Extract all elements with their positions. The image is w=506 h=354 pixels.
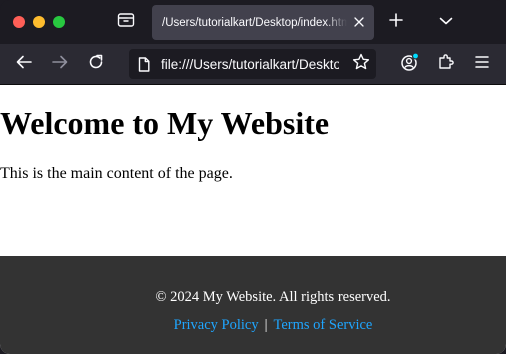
hamburger-menu-icon: [474, 55, 490, 74]
address-bar[interactable]: file:///Users/tutorialkart/Desktop/index…: [129, 49, 376, 79]
minimize-window-button[interactable]: [33, 16, 45, 28]
reload-icon: [88, 54, 104, 75]
account-icon: [400, 51, 420, 77]
application-menu-button[interactable]: [471, 53, 493, 75]
tab-active[interactable]: /Users/tutorialkart/Desktop/index.html: [152, 5, 374, 40]
new-tab-button[interactable]: [386, 12, 406, 32]
reload-button[interactable]: [85, 53, 107, 75]
main-paragraph: This is the main content of the page.: [0, 165, 233, 182]
tab-title: /Users/tutorialkart/Desktop/index.html: [162, 16, 347, 29]
firefox-view-icon: [117, 12, 135, 33]
list-all-tabs-button[interactable]: [436, 12, 456, 32]
forward-button[interactable]: [49, 53, 71, 75]
plus-icon: [389, 12, 403, 32]
copyright-text: © 2024 My Website. All rights reserved.: [155, 289, 391, 305]
arrow-left-icon: [16, 55, 32, 74]
close-icon: [353, 14, 364, 32]
maximize-window-button[interactable]: [53, 16, 65, 28]
page-heading: Welcome to My Website: [0, 105, 330, 141]
page-footer: © 2024 My Website. All rights reserved. …: [0, 256, 506, 354]
puzzle-piece-icon: [437, 53, 455, 76]
bookmark-button[interactable]: [352, 53, 370, 76]
close-window-button[interactable]: [13, 16, 25, 28]
star-icon: [352, 53, 370, 76]
back-button[interactable]: [13, 53, 35, 75]
page-viewport: Welcome to My Website This is the main c…: [0, 85, 506, 354]
firefox-view-button[interactable]: [114, 11, 138, 33]
account-button[interactable]: [399, 51, 421, 77]
page-document-icon: [138, 56, 152, 72]
extensions-button[interactable]: [435, 53, 457, 75]
navigation-toolbar: file:///Users/tutorialkart/Desktop/index…: [0, 44, 506, 85]
terms-of-service-link[interactable]: Terms of Service: [274, 317, 373, 333]
privacy-policy-link[interactable]: Privacy Policy: [174, 317, 259, 333]
tab-close-button[interactable]: [351, 15, 366, 30]
arrow-right-icon: [52, 55, 68, 74]
tab-strip: /Users/tutorialkart/Desktop/index.html: [0, 0, 506, 44]
url-text[interactable]: file:///Users/tutorialkart/Desktop/index…: [161, 57, 339, 72]
browser-window: /Users/tutorialkart/Desktop/index.html f…: [0, 0, 506, 354]
footer-links: Privacy Policy | Terms of Service: [0, 317, 506, 334]
chevron-down-icon: [439, 13, 453, 31]
link-separator: |: [264, 317, 268, 333]
